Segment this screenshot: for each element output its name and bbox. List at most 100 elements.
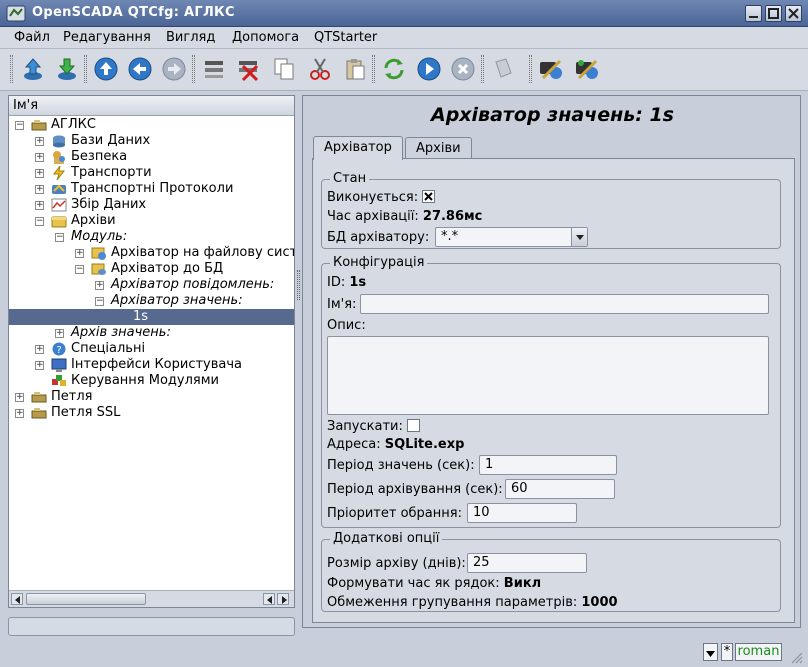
tmstr-value: Викл <box>503 576 542 591</box>
horizontal-scrollbar[interactable] <box>9 590 294 607</box>
maximize-button[interactable] <box>765 5 782 22</box>
vper-label: Період значень (сек): <box>327 458 475 473</box>
minimize-button[interactable] <box>745 5 762 22</box>
tree-expand-toggle[interactable]: + <box>35 361 44 370</box>
tree-collapse-toggle[interactable]: − <box>75 265 84 274</box>
close-button[interactable] <box>785 5 802 22</box>
toolbar-handle[interactable] <box>10 55 13 83</box>
tree-expand-toggle[interactable]: + <box>35 169 44 178</box>
tree-expand-toggle[interactable]: + <box>35 185 44 194</box>
tree-item[interactable]: Модуль: <box>71 229 127 245</box>
back-icon[interactable] <box>125 54 155 84</box>
tree-item[interactable]: Транспортні Протоколи <box>71 181 233 197</box>
tree-item[interactable]: Петля SSL <box>51 405 120 421</box>
menu-view[interactable]: Вигляд <box>166 30 215 45</box>
size-label: Розмір архіву (днів): <box>327 556 466 571</box>
tree-expand-toggle[interactable]: + <box>15 393 24 402</box>
tree-item[interactable]: Керування Модулями <box>71 373 219 389</box>
aper-input[interactable]: 60 <box>505 479 615 499</box>
db-select[interactable]: *.* <box>435 227 588 247</box>
group-title: Стан <box>330 171 370 186</box>
tree-item[interactable]: Архіватор повідомлень: <box>111 277 274 293</box>
up-icon[interactable] <box>91 54 121 84</box>
station-icon <box>31 408 47 419</box>
tree-expand-toggle[interactable]: + <box>35 345 44 354</box>
tree-item[interactable]: АГЛКС <box>51 117 96 133</box>
tree-item[interactable]: Архів значень: <box>71 325 171 341</box>
status-dropdown[interactable] <box>703 643 718 661</box>
menu-edit[interactable]: Редагування <box>63 30 151 45</box>
descr-textarea[interactable] <box>327 336 769 415</box>
tree-item[interactable]: Архіви <box>71 213 116 229</box>
panel-splitter[interactable] <box>297 270 300 300</box>
tree-expand-toggle[interactable]: + <box>15 409 24 418</box>
menu-file[interactable]: Файл <box>14 30 50 45</box>
help-icon: ? <box>52 342 66 356</box>
running-checkbox[interactable] <box>422 190 436 203</box>
protocol-icon <box>52 184 66 194</box>
tree-collapse-toggle[interactable]: − <box>95 297 104 306</box>
scroll-right-button[interactable] <box>277 593 289 605</box>
start-icon[interactable] <box>414 54 444 84</box>
load-icon[interactable] <box>18 54 48 84</box>
tree-item[interactable]: Архіватор на файлову сист <box>111 245 294 261</box>
user-indicator[interactable]: roman <box>735 643 782 661</box>
tree-expand-toggle[interactable]: + <box>55 329 64 338</box>
tree-item[interactable]: Спеціальні <box>71 341 145 357</box>
group-title: Конфігурація <box>330 255 428 270</box>
content-panel: Архіватор значень: 1s Архіватор Архіви С… <box>302 95 801 628</box>
chevron-down-icon[interactable] <box>571 228 587 246</box>
tree-header[interactable]: Ім'я <box>9 96 294 116</box>
data-acquisition-icon <box>51 198 67 212</box>
stop-icon[interactable] <box>448 54 478 84</box>
station-icon <box>31 392 47 403</box>
tree-item[interactable]: Архіватор значень: <box>111 293 243 309</box>
info-icon[interactable] <box>488 54 518 84</box>
size-input[interactable]: 25 <box>467 553 587 573</box>
refresh-icon[interactable] <box>379 54 409 84</box>
window-titlebar[interactable]: OpenSCADA QTCfg: АГЛКС <box>0 0 808 27</box>
tree-item[interactable]: Бази Даних <box>71 133 150 149</box>
delete-item-icon[interactable] <box>233 54 263 84</box>
tree-item[interactable]: Збір Даних <box>71 197 146 213</box>
add-item-icon[interactable] <box>199 54 229 84</box>
paste-icon[interactable] <box>340 54 370 84</box>
prior-input[interactable]: 10 <box>467 503 577 523</box>
tree-item[interactable]: Транспорти <box>71 165 152 181</box>
resize-grip-icon[interactable] <box>789 650 803 664</box>
tree-status-field <box>8 617 295 636</box>
time-value: 27.86мс <box>422 209 483 224</box>
ui-icon <box>51 358 67 372</box>
name-input[interactable] <box>360 294 769 314</box>
tree-expand-toggle[interactable]: + <box>75 249 84 258</box>
scroll-left-button[interactable] <box>11 593 23 605</box>
scroll-left-button-2[interactable] <box>263 593 275 605</box>
cut-icon[interactable] <box>305 54 335 84</box>
tree-item[interactable]: Архіватор до БД <box>111 261 223 277</box>
copy-icon[interactable] <box>269 54 299 84</box>
tab-archives[interactable]: Архіви <box>405 137 472 159</box>
tree-expand-toggle[interactable]: + <box>95 281 104 290</box>
tree-collapse-toggle[interactable]: − <box>15 121 24 130</box>
save-icon[interactable] <box>52 54 82 84</box>
start-checkbox[interactable] <box>407 419 421 432</box>
tree-expand-toggle[interactable]: + <box>35 137 44 146</box>
tree-expand-toggle[interactable]: + <box>35 153 44 162</box>
tree-item-selected[interactable]: 1s <box>9 309 294 325</box>
tree-collapse-toggle[interactable]: − <box>35 217 44 226</box>
module-tool2-icon[interactable] <box>572 54 602 84</box>
menu-help[interactable]: Допомога <box>232 30 299 45</box>
station-icon <box>31 120 47 131</box>
tree-item[interactable]: Інтерфейси Користувача <box>71 357 242 373</box>
forward-icon[interactable] <box>159 54 189 84</box>
menu-qtstarter[interactable]: QTStarter <box>314 30 377 45</box>
navigation-tree[interactable]: Ім'я − АГЛКС + Бази Даних + Безпека + Тр… <box>8 95 295 608</box>
scroll-thumb[interactable] <box>26 593 146 605</box>
tree-item[interactable]: Безпека <box>71 149 127 165</box>
module-tool-icon[interactable] <box>536 54 566 84</box>
tree-expand-toggle[interactable]: + <box>35 201 44 210</box>
tab-archiver[interactable]: Архіватор <box>313 136 403 160</box>
tree-collapse-toggle[interactable]: − <box>55 233 64 242</box>
vper-input[interactable]: 1 <box>479 455 617 475</box>
tree-item[interactable]: Петля <box>51 389 92 405</box>
